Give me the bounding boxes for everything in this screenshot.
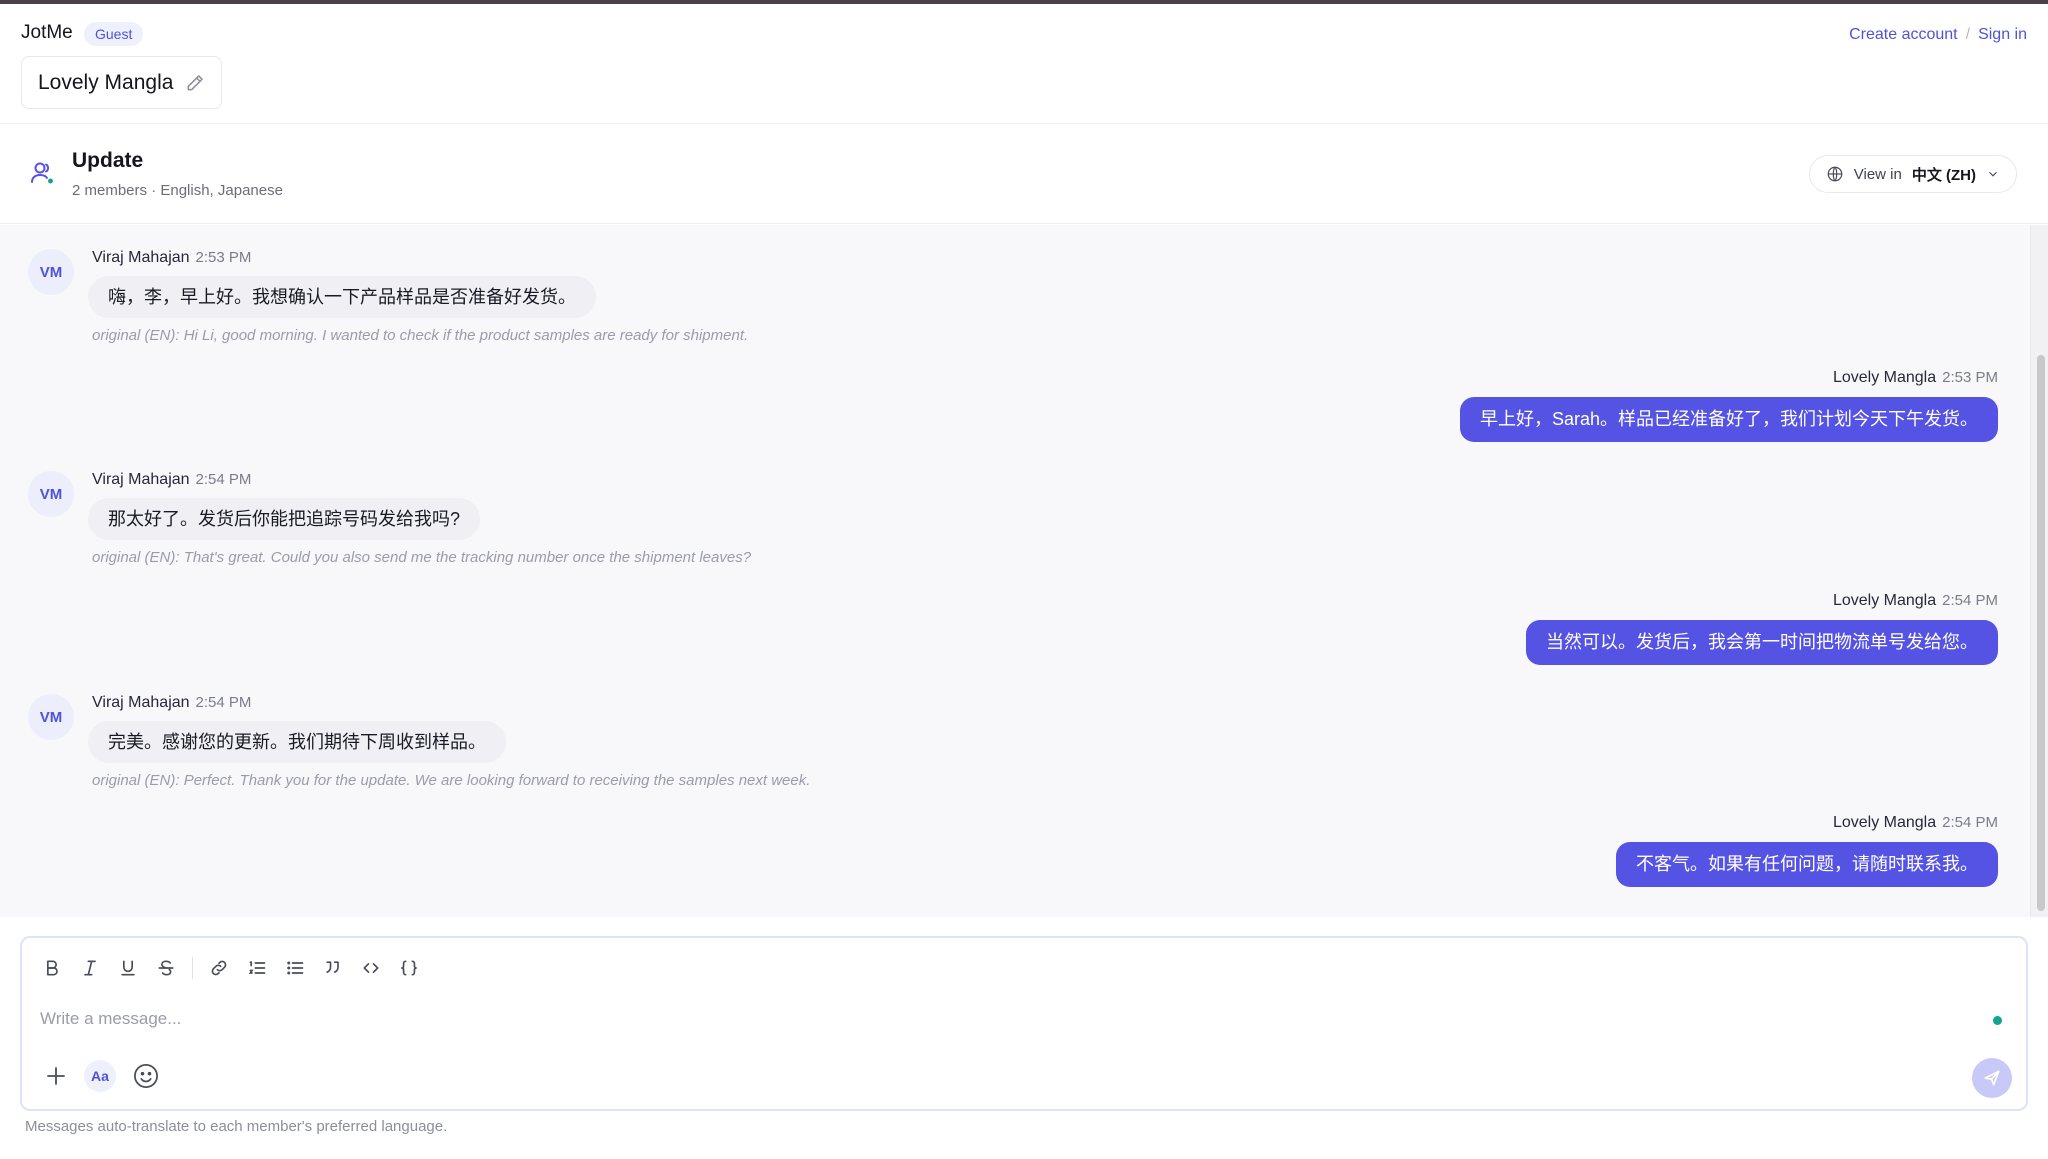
italic-icon[interactable] (76, 954, 104, 982)
message-bubble: 嗨，李，早上好。我想确认一下产品样品是否准备好发货。 (88, 276, 596, 318)
message-time: 2:53 PM (195, 249, 252, 266)
code-block-icon[interactable] (395, 954, 423, 982)
room-bar: Update 2 members · English, Japanese Vie… (0, 125, 2048, 224)
format-toolbar (38, 954, 423, 982)
send-icon (1982, 1068, 2002, 1088)
message-time: 2:54 PM (195, 471, 252, 488)
toolbar-divider (192, 957, 193, 979)
app-header: JotMe Guest Create account / Sign in Lov… (0, 4, 2048, 124)
create-account-link[interactable]: Create account (1849, 26, 1958, 44)
chevron-down-icon (1986, 167, 2000, 181)
avatar: VM (28, 471, 74, 517)
view-in-label: View in (1853, 165, 1902, 183)
message-bubble: 早上好，Sarah。样品已经准备好了，我们计划今天下午发货。 (1459, 397, 1998, 442)
members-icon (29, 159, 57, 187)
emoji-icon[interactable] (130, 1060, 162, 1092)
message-header: Lovely Mangla 2:54 PM (1526, 592, 1998, 610)
message-time: 2:53 PM (1942, 369, 1998, 386)
message-header: Lovely Mangla 2:54 PM (1616, 814, 1998, 832)
bullet-list-icon[interactable] (281, 954, 309, 982)
message-input[interactable] (40, 1004, 1940, 1034)
sender-name: Lovely Mangla (1832, 592, 1937, 609)
composer-actions: Aa (42, 1060, 162, 1092)
original-text: original (EN): That's great. Could you a… (92, 549, 752, 566)
original-text: original (EN): Hi Li, good morning. I wa… (92, 327, 749, 344)
translation-footnote: Messages auto-translate to each member's… (25, 1118, 448, 1135)
underline-icon[interactable] (114, 954, 142, 982)
blockquote-icon[interactable] (319, 954, 347, 982)
message-time: 2:54 PM (1942, 814, 1998, 831)
bold-icon[interactable] (38, 954, 66, 982)
message-header: Viraj Mahajan 2:54 PM (92, 694, 251, 712)
message-bubble: 那太好了。发货后你能把追踪号码发给我吗? (88, 498, 481, 540)
message-composer: Aa (20, 936, 2028, 1111)
avatar: VM (28, 694, 74, 740)
display-name-chip[interactable]: Lovely Mangla (21, 56, 223, 109)
outgoing-message: Lovely Mangla 2:54 PM 不客气。如果有任何问题，请随时联系我。 (1616, 814, 1998, 887)
display-name: Lovely Mangla (38, 70, 174, 94)
message-bubble: 当然可以。发货后，我会第一时间把物流单号发给您。 (1526, 620, 1998, 665)
auth-separator: / (1965, 26, 1971, 43)
scrollbar-thumb[interactable] (2037, 355, 2045, 911)
send-button[interactable] (1972, 1058, 2012, 1098)
text-format-button[interactable]: Aa (84, 1060, 116, 1092)
auth-links: Create account / Sign in (1849, 26, 2027, 44)
app-logo-text: JotMe (21, 22, 73, 43)
view-in-language: 中文 (ZH) (1911, 166, 1976, 184)
message-bubble: 不客气。如果有任何问题，请随时联系我。 (1616, 842, 1998, 887)
message-header: Lovely Mangla 2:53 PM (1460, 369, 1998, 387)
online-status-dot (1993, 1016, 2002, 1025)
ordered-list-icon[interactable] (243, 954, 271, 982)
message-time: 2:54 PM (195, 694, 252, 711)
link-icon[interactable] (205, 954, 233, 982)
edit-pencil-icon[interactable] (185, 73, 205, 93)
message-time: 2:54 PM (1942, 592, 1998, 609)
message-header: Viraj Mahajan 2:53 PM (92, 249, 251, 267)
outgoing-message: Lovely Mangla 2:53 PM 早上好，Sarah。样品已经准备好了，… (1459, 369, 1998, 442)
sign-in-link[interactable]: Sign in (1978, 26, 2027, 44)
sender-name: Viraj Mahajan (92, 471, 190, 488)
add-attachment-button[interactable] (42, 1062, 70, 1090)
outgoing-message: Lovely Mangla 2:54 PM 当然可以。发货后，我会第一时间把物流单… (1526, 592, 1998, 665)
view-language-select[interactable]: View in 中文 (ZH) (1808, 155, 2017, 193)
chat-page: JotMe Guest Create account / Sign in Lov… (0, 0, 2048, 1159)
room-title: Update (72, 149, 144, 172)
message-list[interactable]: VM Viraj Mahajan 2:53 PM 嗨，李，早上好。我想确认一下产品… (0, 225, 2048, 917)
message-header: Viraj Mahajan 2:54 PM (92, 471, 251, 489)
sender-name: Viraj Mahajan (92, 694, 190, 711)
strikethrough-icon[interactable] (152, 954, 180, 982)
sender-name: Viraj Mahajan (92, 249, 190, 266)
guest-badge: Guest (84, 22, 144, 46)
message-bubble: 完美。感谢您的更新。我们期待下周收到样品。 (88, 721, 506, 763)
globe-icon (1826, 165, 1844, 183)
avatar: VM (28, 249, 74, 295)
original-text: original (EN): Perfect. Thank you for th… (92, 772, 811, 789)
code-icon[interactable] (357, 954, 385, 982)
room-meta: 2 members · English, Japanese (72, 182, 283, 199)
sender-name: Lovely Mangla (1832, 369, 1937, 386)
sender-name: Lovely Mangla (1832, 814, 1937, 831)
